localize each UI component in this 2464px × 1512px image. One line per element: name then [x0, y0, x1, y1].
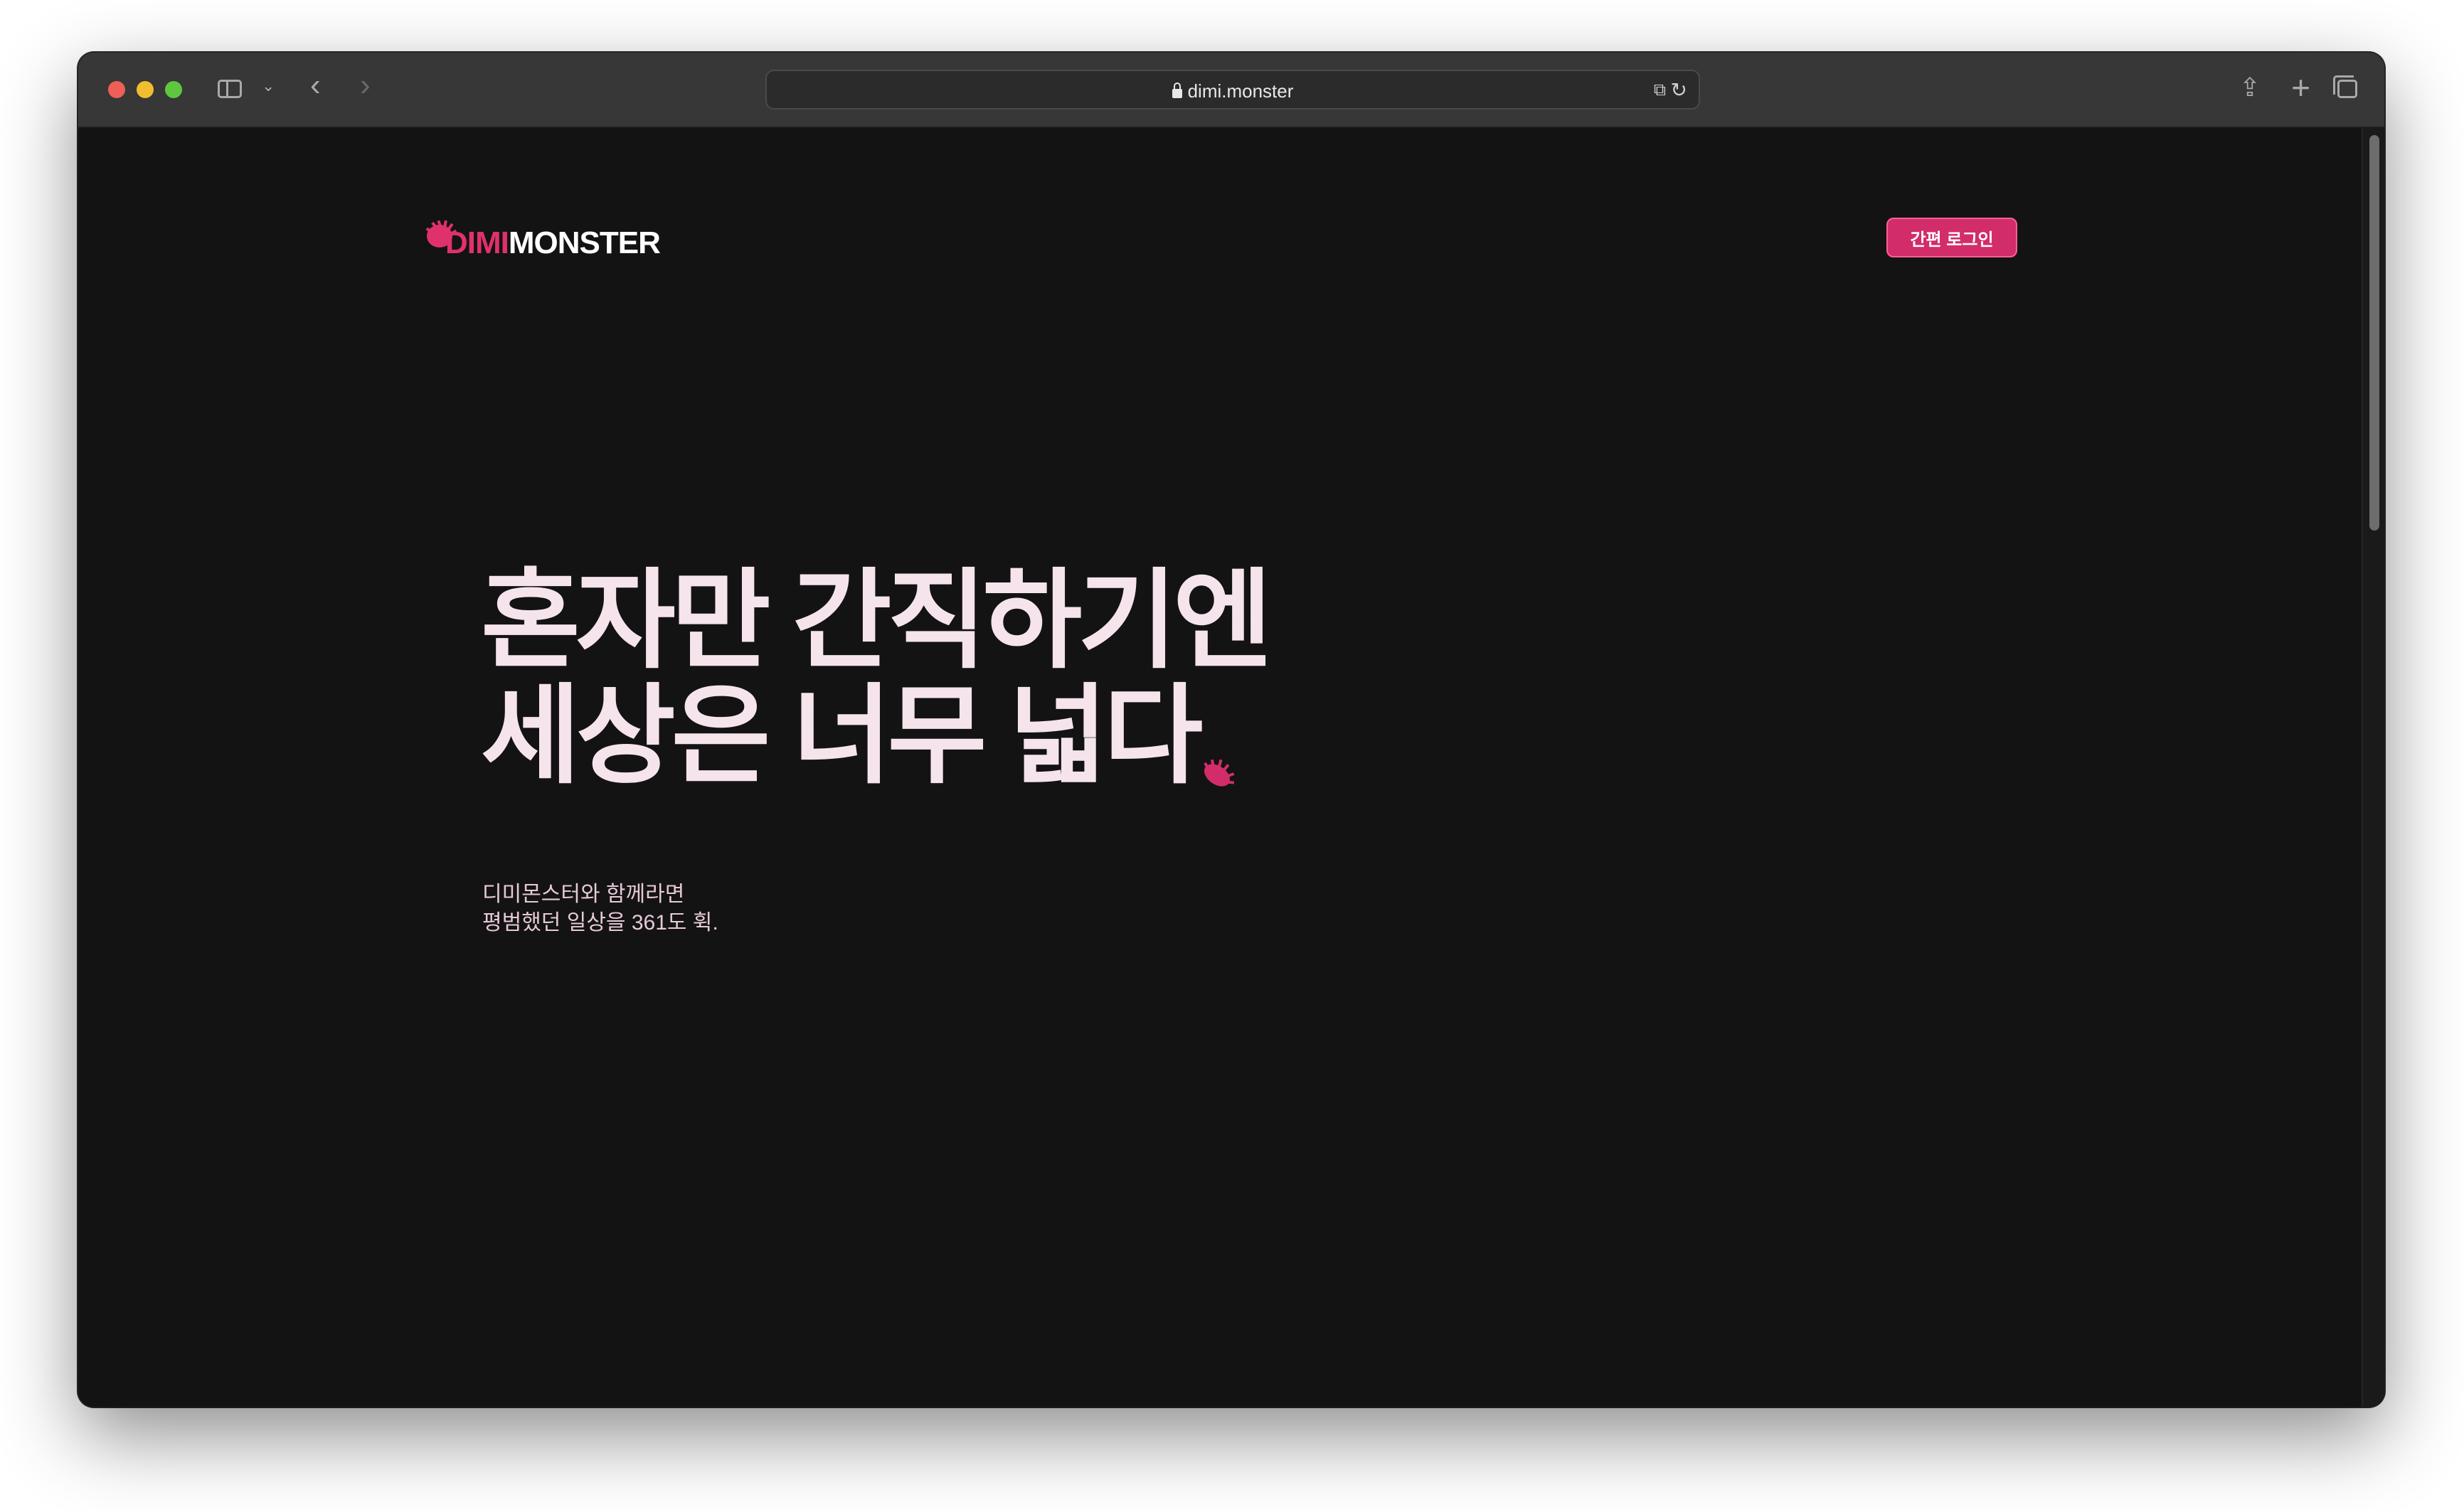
- headline-highlight-text: 너무 넓다: [792, 676, 1204, 797]
- sidebar-toggle-icon[interactable]: [218, 80, 242, 98]
- zoom-window-button[interactable]: [165, 81, 182, 98]
- tab-overview-icon[interactable]: [2333, 75, 2357, 98]
- monster-logo-icon: [425, 220, 457, 247]
- browser-toolbar: ⌄ ‹ › dimi.monster ⧉ ↻ ⇪ +: [78, 53, 2384, 128]
- webpage: DIMIMONSTER 간편 로그인 혼자만 간직하기엔 세상은 너무 넓다 디…: [78, 128, 2384, 1407]
- hero-headline: 혼자만 간직하기엔 세상은 너무 넓다: [481, 560, 1273, 794]
- url-display: dimi.monster: [767, 80, 1699, 102]
- back-arrow-icon[interactable]: ‹: [310, 70, 321, 101]
- chevron-down-icon[interactable]: ⌄: [262, 77, 275, 95]
- address-bar[interactable]: dimi.monster ⧉ ↻: [765, 70, 1700, 110]
- subtext-line-1: 디미몬스터와 함께라면: [482, 883, 685, 906]
- new-tab-icon[interactable]: +: [2291, 68, 2310, 107]
- logo-monster-text: MONSTER: [508, 225, 661, 260]
- subtext-line-2: 평범했던 일상을 361도 휙.: [482, 911, 718, 935]
- lock-icon: [1172, 82, 1182, 98]
- url-text: dimi.monster: [1187, 80, 1294, 102]
- hero-subtext: 디미몬스터와 함께라면 평범했던 일상을 361도 휙.: [482, 880, 718, 937]
- reload-icon[interactable]: ↻: [1671, 78, 1687, 102]
- site-logo[interactable]: DIMIMONSTER: [424, 218, 661, 260]
- logo-wordmark: DIMIMONSTER: [445, 225, 661, 260]
- forward-arrow-icon[interactable]: ›: [360, 70, 371, 101]
- translate-icon[interactable]: ⧉: [1654, 80, 1666, 100]
- brush-icon: [1204, 759, 1235, 787]
- share-icon[interactable]: ⇪: [2239, 73, 2261, 102]
- minimize-window-button[interactable]: [137, 81, 154, 98]
- headline-line-2: 세상은 너무 넓다: [481, 678, 1268, 794]
- headline-line-1: 혼자만 간직하기엔: [481, 560, 1273, 681]
- browser-window: ⌄ ‹ › dimi.monster ⧉ ↻ ⇪ + DIMIMONSTER 간…: [78, 53, 2384, 1407]
- quick-login-button[interactable]: 간편 로그인: [1886, 218, 2017, 257]
- close-window-button[interactable]: [108, 81, 125, 98]
- scrollbar-thumb[interactable]: [2369, 135, 2379, 531]
- scrollbar[interactable]: [2362, 128, 2384, 1407]
- headline-line-2-prefix: 세상은: [481, 676, 792, 797]
- headline-highlight: 너무 넓다: [792, 676, 1235, 797]
